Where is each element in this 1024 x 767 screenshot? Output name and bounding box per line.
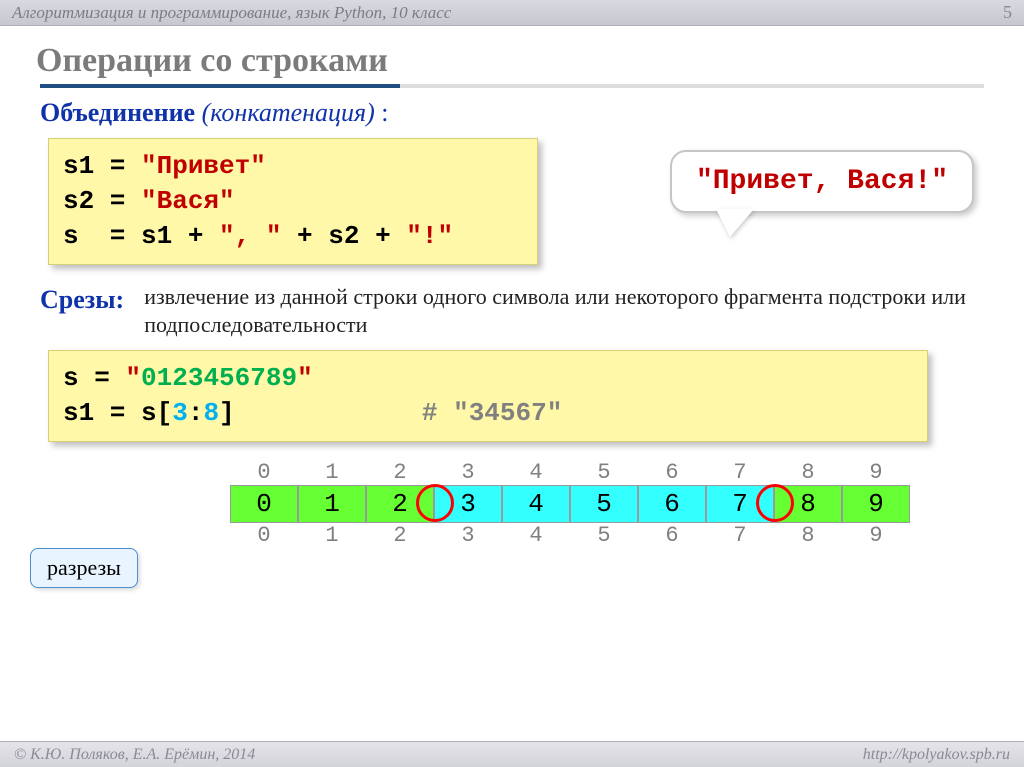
slice-heading: Срезы: — [40, 283, 124, 315]
code-text: s1 = s[ — [63, 398, 172, 428]
code-string: "Привет" — [141, 151, 266, 181]
index-table: 0 1 2 3 4 5 6 7 8 9 0 1 2 3 4 5 6 7 8 9 … — [230, 460, 984, 548]
index-cell: 9 — [842, 460, 910, 485]
course-label: Алгоритмизация и программирование, язык … — [12, 3, 451, 23]
code-index: 3 — [172, 398, 188, 428]
code-number: 0123456789 — [141, 363, 297, 393]
index-cell: 6 — [638, 460, 706, 485]
index-cell: 5 — [570, 460, 638, 485]
code-text: s1 = — [63, 151, 141, 181]
index-cell: 0 — [230, 460, 298, 485]
code-slice: s = "0123456789" s1 = s[3:8] # "34567" — [48, 350, 928, 442]
index-cell: 1 — [298, 460, 366, 485]
code-string: "!" — [406, 221, 453, 251]
char-cell: 4 — [502, 485, 570, 523]
char-cell: 6 — [638, 485, 706, 523]
index-cell: 5 — [570, 523, 638, 548]
result-bubble: "Привет, Вася!" — [670, 150, 974, 213]
concat-colon: : — [375, 98, 389, 127]
concat-label: Объединение — [40, 98, 195, 127]
index-cell: 3 — [434, 460, 502, 485]
index-cell: 9 — [842, 523, 910, 548]
footer-url: http://kpolyakov.spb.ru — [863, 746, 1010, 764]
code-text: s = — [63, 363, 125, 393]
index-cell: 4 — [502, 523, 570, 548]
title-underline — [40, 84, 984, 88]
footer: © К.Ю. Поляков, Е.А. Ерёмин, 2014 http:/… — [0, 741, 1024, 767]
code-string: "Вася" — [141, 186, 235, 216]
index-cell: 7 — [706, 460, 774, 485]
code-text: ] — [219, 398, 235, 428]
bottom-indices: 0 1 2 3 4 5 6 7 8 9 — [230, 523, 984, 548]
char-cell: 0 — [230, 485, 298, 523]
topbar: Алгоритмизация и программирование, язык … — [0, 0, 1024, 26]
index-cell: 7 — [706, 523, 774, 548]
index-cell: 2 — [366, 460, 434, 485]
index-cell: 2 — [366, 523, 434, 548]
concat-heading: Объединение (конкатенация) : — [40, 98, 984, 128]
code-concat: s1 = "Привет" s2 = "Вася" s = s1 + ", " … — [48, 138, 538, 265]
char-cell: 9 — [842, 485, 910, 523]
code-text: s2 = — [63, 186, 141, 216]
cuts-tag: разрезы — [30, 548, 138, 588]
string-cells: 0 1 2 3 4 5 6 7 8 9 — [230, 485, 984, 523]
char-cell: 8 — [774, 485, 842, 523]
code-string: " — [297, 363, 313, 393]
index-cell: 3 — [434, 523, 502, 548]
copyright: © К.Ю. Поляков, Е.А. Ерёмин, 2014 — [14, 746, 255, 764]
concat-paren: (конкатенация) — [202, 98, 375, 127]
index-cell: 0 — [230, 523, 298, 548]
index-cell: 4 — [502, 460, 570, 485]
code-string: " — [125, 363, 141, 393]
index-cell: 8 — [774, 460, 842, 485]
page-number: 5 — [1003, 2, 1012, 23]
slide-content: Операции со строками Объединение (конкат… — [0, 26, 1024, 548]
index-cell: 6 — [638, 523, 706, 548]
code-index: 8 — [203, 398, 219, 428]
code-text: s = s1 + — [63, 221, 219, 251]
code-comment: # "34567" — [422, 398, 562, 428]
slice-description: извлечение из данной строки одного симво… — [144, 283, 984, 339]
slice-label: Срезы: — [40, 285, 124, 314]
top-indices: 0 1 2 3 4 5 6 7 8 9 — [230, 460, 984, 485]
code-string: ", " — [219, 221, 281, 251]
char-cell: 7 — [706, 485, 774, 523]
code-text: : — [188, 398, 204, 428]
char-cell: 5 — [570, 485, 638, 523]
slide-title: Операции со строками — [36, 42, 984, 80]
code-text: + s2 + — [281, 221, 406, 251]
char-cell: 2 — [366, 485, 434, 523]
char-cell: 1 — [298, 485, 366, 523]
index-cell: 8 — [774, 523, 842, 548]
char-cell: 3 — [434, 485, 502, 523]
index-cell: 1 — [298, 523, 366, 548]
code-pad — [235, 398, 422, 428]
